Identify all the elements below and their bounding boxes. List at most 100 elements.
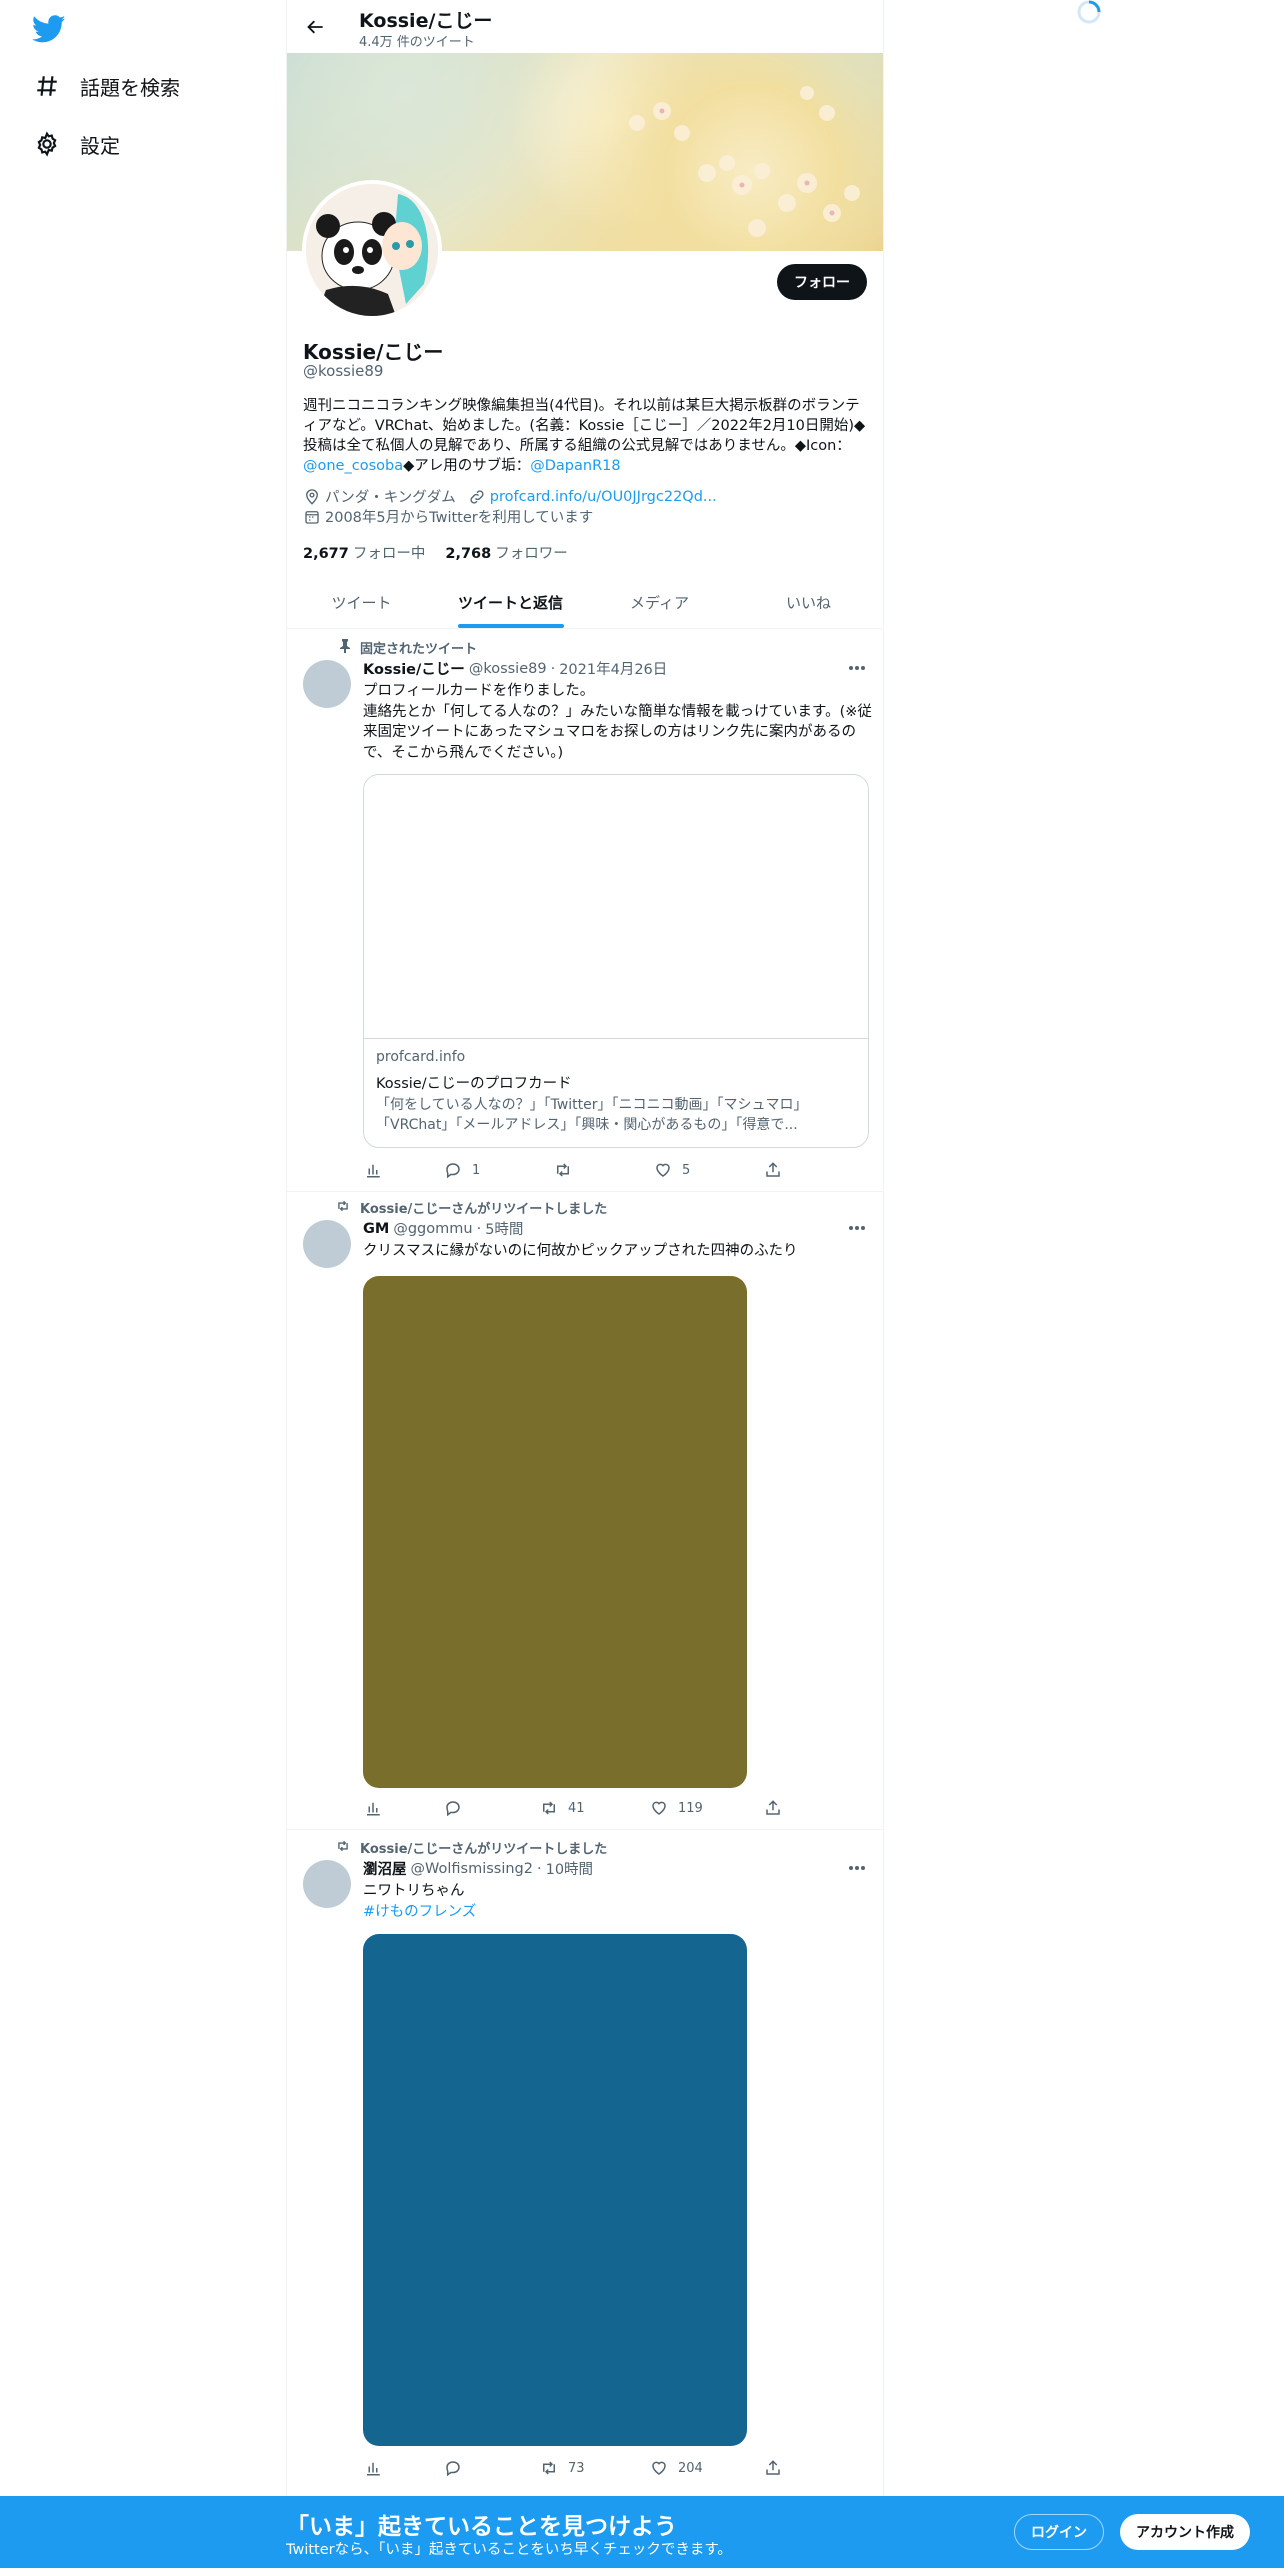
reply-button[interactable]: 1 — [443, 1160, 480, 1180]
login-button[interactable]: ログイン — [1014, 2514, 1104, 2550]
analytics-button[interactable] — [363, 1160, 383, 1180]
share-button[interactable] — [763, 2458, 783, 2478]
following-count: 2,677 — [303, 546, 349, 562]
share-button[interactable] — [763, 1160, 783, 1180]
tab-tweets-and-replies[interactable]: ツイートと返信 — [436, 576, 585, 628]
reply-count: 1 — [472, 1162, 481, 1178]
tweet-context-text: Kossie/こじーさんがリツイートしました — [360, 1202, 608, 1217]
tweet-time[interactable]: 2021年4月26日 — [559, 658, 667, 679]
twitter-bird-icon[interactable] — [31, 12, 66, 46]
gear-icon — [30, 127, 64, 161]
nav-item-explore[interactable]: 話題を検索 — [30, 62, 180, 110]
tweet-avatar[interactable] — [303, 1220, 351, 1268]
tweet-actions: 41 119 — [363, 1798, 783, 1818]
tweet-actions: 73 204 — [363, 2458, 783, 2478]
more-options-icon[interactable] — [847, 1218, 867, 1238]
reply-button[interactable] — [443, 1798, 472, 1818]
tweet-text: クリスマスに縁がないのに何故かピックアップされた四神のふたり — [363, 1241, 873, 1262]
tweet-media-image[interactable] — [363, 1934, 747, 2446]
tweet-avatar[interactable] — [303, 660, 351, 708]
analytics-button[interactable] — [363, 1798, 383, 1818]
tweet-author-handle[interactable]: @ggommu — [393, 1221, 472, 1237]
tweet-header: 瀏沼屋 @Wolfismissing2 · 10時間 — [363, 1858, 593, 1879]
retweet-icon — [553, 1160, 573, 1180]
retweet-icon — [333, 1839, 351, 1857]
tweet-time[interactable]: 10時間 — [546, 1858, 593, 1879]
reply-icon — [443, 1798, 463, 1818]
bio-mention-link[interactable]: @DapanR18 — [530, 458, 620, 474]
tweet-text-line: 連絡先とか「何してる人なの？」みたいな簡単な情報を載っけています。(※従来固定ツ… — [363, 703, 872, 761]
tweet-context: Kossie/こじーさんがリツイートしました — [333, 1198, 607, 1217]
retweet-button[interactable]: 73 — [539, 2458, 585, 2478]
like-button[interactable]: 204 — [649, 2458, 703, 2478]
tweet-text: プロフィールカードを作りました。 連絡先とか「何してる人なの？」みたいな簡単な情… — [363, 681, 873, 763]
tweet-author-name[interactable]: GM — [363, 1221, 389, 1237]
tweet-item[interactable]: 固定されたツイート Kossie/こじー @kossie89 · 2021年4月… — [287, 630, 883, 1192]
tweet-dot: · — [476, 1220, 482, 1237]
share-button[interactable] — [763, 1798, 783, 1818]
tweet-author-name[interactable]: 瀏沼屋 — [363, 1858, 407, 1879]
tweet-item[interactable]: Kossie/こじーさんがリツイートしました GM @ggommu · 5時間 … — [287, 1192, 883, 1830]
more-options-icon[interactable] — [847, 658, 867, 678]
following-link[interactable]: 2,677 フォロー中 — [303, 542, 425, 563]
tweet-author-handle[interactable]: @Wolfismissing2 — [411, 1861, 534, 1877]
tweet-context: Kossie/こじーさんがリツイートしました — [333, 1838, 607, 1857]
like-count: 204 — [678, 2460, 703, 2476]
tweet-author-name[interactable]: Kossie/こじー — [363, 658, 465, 679]
profile-joined-row: 2008年5月からTwitterを利用しています — [303, 506, 593, 527]
calendar-icon — [303, 508, 321, 526]
profile-url-link[interactable]: profcard.info/u/OU0JJrgc22Qd... — [490, 489, 717, 505]
signup-button[interactable]: アカウント作成 — [1120, 2514, 1250, 2550]
profile-header-bar: Kossie/こじー 4.4万 件のツイート — [287, 0, 883, 53]
tweet-text: ニワトリちゃん #けものフレンズ — [363, 1881, 873, 1922]
link-card-domain: profcard.info — [376, 1049, 466, 1065]
location-pin-icon — [303, 488, 321, 506]
profile-column: Kossie/こじー 4.4万 件のツイート フォロー Kossie/こじー @… — [286, 0, 884, 2568]
tweet-time[interactable]: 5時間 — [485, 1218, 523, 1239]
tweet-header: Kossie/こじー @kossie89 · 2021年4月26日 — [363, 658, 667, 679]
nav-item-label: 設定 — [80, 133, 120, 158]
back-arrow-icon[interactable] — [299, 10, 333, 44]
follow-button[interactable]: フォロー — [777, 264, 867, 300]
reply-button[interactable] — [443, 2458, 472, 2478]
follow-stats: 2,677 フォロー中 2,768 フォロワー — [303, 542, 568, 563]
heart-icon — [649, 1798, 669, 1818]
signup-banner-title: 「いま」起きていることを見つけよう — [286, 2514, 677, 2540]
tweet-avatar[interactable] — [303, 1860, 351, 1908]
profile-tabs: ツイート ツイートと返信 メディア いいね — [287, 576, 883, 629]
tweet-header: GM @ggommu · 5時間 — [363, 1218, 523, 1239]
analytics-button[interactable] — [363, 2458, 383, 2478]
share-icon — [763, 1798, 783, 1818]
like-count: 119 — [678, 1800, 703, 1816]
link-card[interactable]: profcard.info Kossie/こじーのプロフカード 「何をしている人… — [363, 774, 869, 1148]
following-label: フォロー中 — [352, 546, 426, 562]
tweet-dot: · — [537, 1860, 542, 1877]
followers-link[interactable]: 2,768 フォロワー — [445, 542, 567, 563]
like-button[interactable]: 119 — [649, 1798, 703, 1818]
hashtag-link[interactable]: #けものフレンズ — [363, 1902, 873, 1923]
profile-handle: @kossie89 — [303, 362, 384, 380]
tweet-media-image[interactable] — [363, 1276, 747, 1788]
profile-avatar[interactable] — [302, 180, 442, 320]
bio-mention-link[interactable]: @one_cosoba — [303, 458, 403, 474]
retweet-count: 73 — [568, 2460, 585, 2476]
more-options-icon[interactable] — [847, 1858, 867, 1878]
like-button[interactable]: 5 — [653, 1160, 690, 1180]
tweet-context-text: 固定されたツイート — [360, 642, 478, 657]
tab-tweets[interactable]: ツイート — [287, 576, 436, 628]
tweet-item[interactable]: Kossie/こじーさんがリツイートしました 瀏沼屋 @Wolfismissin… — [287, 1830, 883, 2496]
tab-media[interactable]: メディア — [585, 576, 734, 628]
nav-item-settings[interactable]: 設定 — [30, 120, 120, 168]
tab-likes[interactable]: いいね — [734, 576, 883, 628]
retweet-count: 41 — [568, 1800, 585, 1816]
retweet-icon — [539, 1798, 559, 1818]
tweet-context: 固定されたツイート — [333, 638, 477, 657]
retweet-button[interactable] — [553, 1160, 582, 1180]
tweet-author-handle[interactable]: @kossie89 — [469, 661, 547, 677]
followers-count: 2,768 — [445, 546, 492, 562]
reply-icon — [443, 1160, 463, 1180]
link-card-body: profcard.info Kossie/こじーのプロフカード 「何をしている人… — [364, 1039, 868, 1145]
retweet-button[interactable]: 41 — [539, 1798, 585, 1818]
heart-icon — [649, 2458, 669, 2478]
nav-item-label: 話題を検索 — [80, 75, 180, 100]
